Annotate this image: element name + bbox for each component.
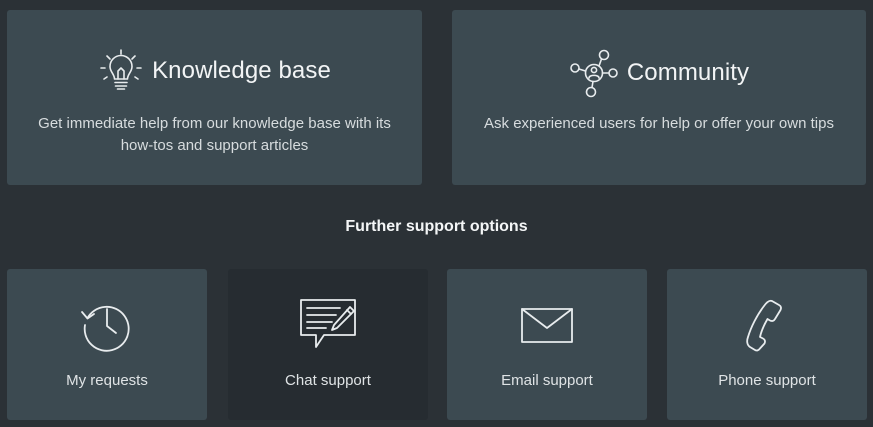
chat-support-button[interactable]: Chat support: [228, 269, 428, 420]
email-support-label: Email support: [501, 372, 593, 389]
history-clock-icon: [7, 297, 207, 353]
envelope-icon: [447, 297, 647, 353]
knowledge-base-description: Get immediate help from our knowledge ba…: [38, 115, 391, 154]
chat-edit-icon: [228, 297, 428, 353]
lightbulb-icon: [98, 48, 144, 94]
chat-support-label: Chat support: [285, 372, 371, 389]
phone-support-button[interactable]: Phone support: [667, 269, 867, 420]
further-support-heading: Further support options: [345, 218, 528, 235]
knowledge-base-header: Knowledge base: [7, 48, 422, 94]
community-header: Community: [452, 48, 866, 98]
community-description: Ask experienced users for help or offer …: [484, 115, 834, 132]
phone-support-label: Phone support: [718, 372, 816, 389]
community-network-icon: [569, 48, 619, 98]
community-title: Community: [626, 59, 750, 86]
my-requests-button[interactable]: My requests: [7, 269, 207, 420]
community-card[interactable]: Community Ask experienced users for help…: [452, 10, 866, 185]
knowledge-base-title: Knowledge base: [152, 57, 331, 84]
phone-icon: [667, 297, 867, 353]
my-requests-label: My requests: [66, 372, 148, 389]
email-support-button[interactable]: Email support: [447, 269, 647, 420]
knowledge-base-card[interactable]: Knowledge base Get immediate help from o…: [7, 10, 422, 185]
